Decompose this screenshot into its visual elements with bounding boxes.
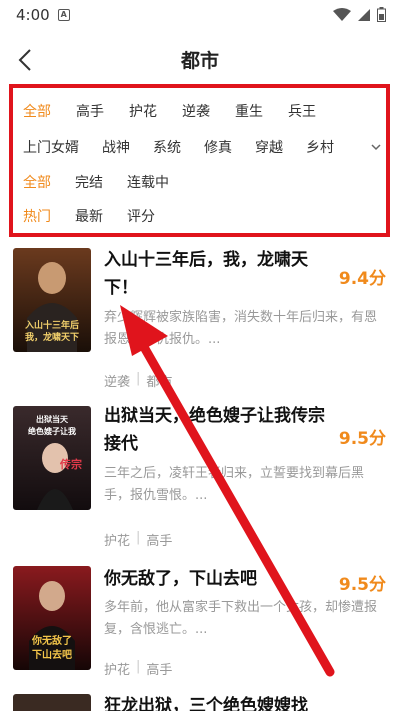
book-tags: 护花 | 高手 bbox=[104, 530, 172, 549]
book-title[interactable]: 狂龙出狱，三个绝色嫂嫂找 bbox=[104, 692, 332, 711]
filter-row-status: 全部 完结 连载中 bbox=[23, 172, 193, 192]
book-title[interactable]: 出狱当天，绝色嫂子让我传宗接代 bbox=[104, 402, 332, 458]
battery-icon bbox=[377, 7, 386, 22]
book-cover-art: 你无敌了 下山去吧 bbox=[13, 566, 91, 670]
filter-sort-newest[interactable]: 最新 bbox=[75, 206, 103, 226]
book-description: 三年之后，凌轩王者归来，立誓要找到幕后黑手，报仇雪恨。... bbox=[104, 466, 365, 503]
book-tag: 高手 bbox=[146, 663, 173, 678]
filter-row-category: 全部 高手 护花 逆袭 重生 兵王 bbox=[23, 101, 341, 121]
book-tags: 护花 | 高手 bbox=[104, 659, 172, 678]
filter-status-ongoing[interactable]: 连载中 bbox=[127, 172, 169, 192]
book-tag: 护花 bbox=[104, 534, 131, 549]
filter-category-shangmennvxu[interactable]: 上门女婿 bbox=[23, 137, 79, 157]
svg-text:入山十三年后: 入山十三年后 bbox=[24, 319, 79, 331]
filter-category-xitong[interactable]: 系统 bbox=[153, 137, 181, 157]
tag-separator: | bbox=[136, 371, 141, 386]
filter-category-zhanshen[interactable]: 战神 bbox=[102, 137, 130, 157]
book-score: 9.4分 bbox=[338, 269, 386, 289]
status-bar: 4:00 A bbox=[0, 0, 400, 30]
page-title: 都市 bbox=[180, 50, 219, 72]
notification-a-icon: A bbox=[57, 9, 70, 21]
filter-status-finished[interactable]: 完结 bbox=[75, 172, 103, 192]
book-tag: 都市 bbox=[146, 375, 173, 390]
nav-header: 都市 bbox=[0, 40, 400, 80]
book-tag: 高手 bbox=[146, 534, 173, 549]
filter-status-all[interactable]: 全部 bbox=[23, 172, 51, 192]
filter-sort-hot[interactable]: 热门 bbox=[23, 206, 51, 226]
book-cover-art: 出狱当天 绝色嫂子让我 传宗 bbox=[13, 406, 91, 510]
wifi-icon bbox=[333, 7, 351, 21]
filter-category-bingwang[interactable]: 兵王 bbox=[288, 101, 316, 121]
book-cover[interactable]: 你无敌了 下山去吧 bbox=[13, 566, 91, 670]
status-icons bbox=[333, 7, 386, 22]
tag-separator: | bbox=[136, 530, 141, 545]
book-cover[interactable] bbox=[13, 694, 91, 711]
svg-text:我，龙啸天下: 我，龙啸天下 bbox=[25, 331, 79, 343]
signal-icon bbox=[358, 8, 370, 21]
svg-text:传宗: 传宗 bbox=[59, 457, 82, 471]
book-cover[interactable]: 出狱当天 绝色嫂子让我 传宗 bbox=[13, 406, 91, 510]
filter-category-nixi[interactable]: 逆袭 bbox=[182, 101, 210, 121]
filter-row-sort: 热门 最新 评分 bbox=[23, 206, 179, 226]
status-time: 4:00 bbox=[16, 6, 50, 24]
filter-category-huhua[interactable]: 护花 bbox=[129, 101, 157, 121]
book-tags: 逆袭 | 都市 bbox=[104, 371, 172, 390]
book-cover-art: 入山十三年后 我，龙啸天下 bbox=[13, 248, 91, 352]
filter-row-category-2: 上门女婿 战神 系统 修真 穿越 乡村 bbox=[23, 137, 357, 157]
filter-category-xiuzhen[interactable]: 修真 bbox=[204, 137, 232, 157]
book-tag: 护花 bbox=[104, 663, 131, 678]
tag-separator: | bbox=[136, 659, 141, 674]
book-cover[interactable]: 入山十三年后 我，龙啸天下 bbox=[13, 248, 91, 352]
book-score: 9.5分 bbox=[338, 429, 386, 449]
book-tag: 逆袭 bbox=[104, 375, 131, 390]
filter-category-gaoshou[interactable]: 高手 bbox=[76, 101, 104, 121]
svg-text:下山去吧: 下山去吧 bbox=[32, 648, 72, 661]
svg-text:出狱当天: 出狱当天 bbox=[36, 414, 69, 424]
filter-sort-rating[interactable]: 评分 bbox=[127, 206, 155, 226]
filter-category-chuanyue[interactable]: 穿越 bbox=[255, 137, 283, 157]
svg-text:绝色嫂子让我: 绝色嫂子让我 bbox=[28, 426, 76, 436]
filter-panel: 全部 高手 护花 逆袭 重生 兵王 上门女婿 战神 系统 修真 穿越 乡村 全部… bbox=[9, 84, 390, 237]
book-description: 弃少辉辉被家族陷害，消失数十年后归来，有恩报恩，有仇报仇。... bbox=[104, 310, 378, 347]
book-score: 9.5分 bbox=[338, 575, 386, 595]
book-description: 多年前，他从富家手下救出一个女孩，却惨遭报复，含恨逃亡。... bbox=[104, 600, 378, 637]
book-title[interactable]: 你无敌了，下山去吧 bbox=[104, 565, 332, 593]
chevron-down-icon[interactable] bbox=[370, 142, 382, 152]
filter-category-xiangcun[interactable]: 乡村 bbox=[306, 137, 334, 157]
book-title[interactable]: 入山十三年后，我，龙啸天下！ bbox=[104, 246, 332, 302]
filter-category-chongsheng[interactable]: 重生 bbox=[235, 101, 263, 121]
svg-text:你无敌了: 你无敌了 bbox=[31, 634, 72, 647]
filter-category-all[interactable]: 全部 bbox=[23, 101, 51, 121]
